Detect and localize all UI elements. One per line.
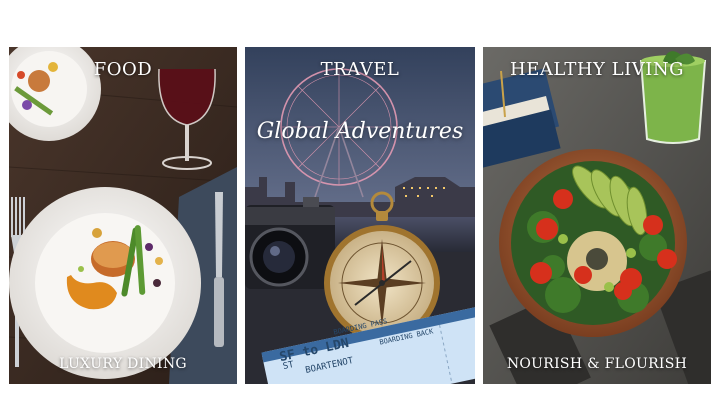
travel-photo [245, 47, 475, 384]
health-subtitle: NOURISH & FLOURISH [506, 356, 688, 372]
food-subtitle: LUXURY DINING [59, 356, 187, 372]
health-photo [483, 47, 711, 384]
food-title: FOOD [93, 59, 153, 80]
travel-title: TRAVEL [320, 59, 400, 80]
health-panel[interactable]: HEALTHY LIVING NOURISH & FLOURISH [483, 47, 711, 384]
salad-bowl-icon [499, 149, 687, 337]
food-panel[interactable]: FOOD LUXURY DINING [9, 47, 237, 384]
travel-panel[interactable]: TRAVEL Global Adventures BOARDING PASS S… [245, 47, 475, 384]
travel-script-text: Global Adventures [256, 119, 464, 144]
health-title: HEALTHY LIVING [510, 59, 684, 80]
food-photo [9, 47, 237, 384]
camera-icon [245, 197, 335, 289]
